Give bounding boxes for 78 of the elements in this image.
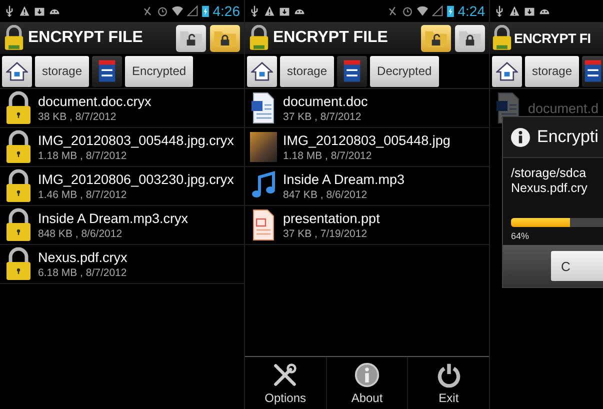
file-name: IMG_20120803_005448.jpg	[283, 132, 450, 148]
file-name: Nexus.pdf.cryx	[38, 248, 128, 266]
battery-icon	[446, 5, 454, 17]
clock-time: 4:26	[212, 3, 240, 19]
file-name: IMG_20120803_005448.jpg.cryx	[38, 132, 234, 148]
download-icon	[524, 5, 535, 17]
encrypt-mode-button[interactable]	[455, 24, 485, 52]
warning-icon	[509, 5, 520, 17]
file-name: document.doc.cryx	[38, 92, 152, 110]
wifi-icon	[172, 5, 183, 17]
padlock-icon	[5, 208, 32, 242]
home-button[interactable]	[247, 56, 277, 86]
padlock-icon	[249, 25, 269, 51]
file-name: Inside A Dream.mp3.cryx	[38, 210, 188, 226]
alarm-icon	[402, 5, 413, 17]
decrypt-mode-button[interactable]	[421, 24, 451, 52]
encrypt-mode-button[interactable]	[210, 24, 240, 52]
home-button[interactable]	[2, 56, 32, 86]
breadcrumb-button[interactable]: Decrypted	[370, 56, 439, 86]
breadcrumb-button[interactable]: Encrypted	[125, 56, 194, 86]
download-icon	[34, 5, 45, 17]
warning-icon	[264, 5, 275, 17]
padlock-icon	[5, 91, 32, 125]
padlock-icon	[5, 169, 32, 203]
app-title: ENCRYPT FILE	[273, 29, 388, 47]
file-details: 848 KB , 8/6/2012	[38, 226, 124, 240]
cancel-button[interactable]: C	[551, 251, 603, 281]
file-details: 37 KB , 7/19/2012	[283, 226, 368, 240]
padlock-icon	[5, 130, 32, 164]
file-path: /storage/sdca	[511, 166, 588, 181]
power-icon	[436, 362, 462, 388]
sd-card-button[interactable]	[92, 56, 122, 86]
usb-icon	[494, 5, 505, 17]
battery-icon	[202, 5, 209, 17]
file-name: presentation.ppt	[283, 210, 380, 226]
file-details: 1.18 MB , 8/7/2012	[283, 148, 373, 162]
app-title: ENCRYPT FI	[514, 30, 591, 46]
sd-card-button[interactable]	[337, 56, 368, 86]
signal-icon	[432, 5, 443, 17]
mute-icon	[142, 5, 153, 17]
file-details: 847 KB , 8/6/2012	[283, 188, 368, 202]
home-button[interactable]	[492, 56, 522, 86]
document-icon	[250, 91, 277, 125]
photo-placeholder	[250, 132, 277, 162]
decrypt-mode-button[interactable]	[176, 24, 206, 52]
usb-icon	[4, 5, 15, 17]
download-icon	[279, 5, 290, 17]
padlock-icon	[5, 247, 32, 281]
file-details: 1.46 MB , 8/7/2012	[38, 188, 128, 202]
warning-icon	[19, 5, 30, 17]
info-icon	[354, 362, 380, 388]
signal-icon	[186, 5, 198, 17]
presentation-icon	[250, 208, 277, 242]
progress-percent: 64%	[511, 231, 530, 241]
padlock-icon	[4, 25, 24, 51]
app-title: ENCRYPT FILE	[28, 29, 143, 47]
padlock-icon	[492, 25, 512, 51]
breadcrumb-button[interactable]: storage	[280, 56, 334, 86]
alarm-icon	[156, 5, 168, 17]
sd-card-button[interactable]	[582, 56, 603, 86]
wifi-icon	[416, 5, 428, 17]
file-name: IMG_20120806_003230.jpg.cryx	[38, 170, 234, 188]
mute-icon	[386, 5, 398, 17]
file-details: 1.18 MB , 8/7/2012	[38, 148, 128, 162]
file-name: document.doc	[283, 92, 368, 110]
file-details: 38 KB , 8/7/2012	[38, 110, 118, 124]
info-icon	[511, 128, 530, 146]
clock-time: 4:24	[458, 3, 485, 19]
file-name: Inside A Dream.mp3	[283, 170, 405, 188]
file-details: 37 KB , 8/7/2012	[283, 110, 362, 124]
file-path: Nexus.pdf.cry	[511, 181, 588, 196]
breadcrumb-button[interactable]: storage	[35, 56, 90, 86]
dialog-title: Encrypti	[537, 127, 598, 147]
file-details: 6.18 MB , 8/7/2012	[38, 266, 128, 280]
file-name: document.d	[528, 100, 598, 116]
usb-icon	[249, 5, 260, 17]
breadcrumb-button[interactable]: storage	[525, 56, 580, 86]
tools-icon	[272, 362, 298, 388]
